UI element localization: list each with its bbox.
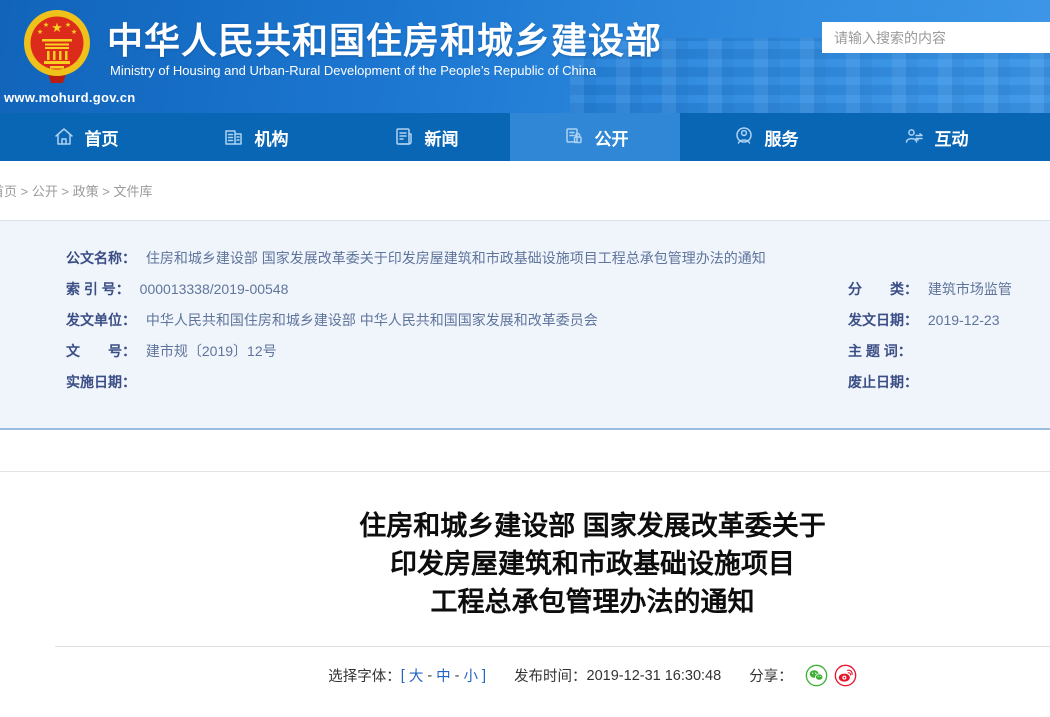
svg-text:★: ★ bbox=[51, 20, 63, 35]
svg-text:★: ★ bbox=[37, 28, 43, 36]
font-size-small-link[interactable]: 小 bbox=[464, 665, 479, 686]
breadcrumb[interactable]: 首页 > 公开 > 政策 > 文件库 bbox=[0, 181, 152, 200]
search-input[interactable] bbox=[822, 22, 1050, 53]
share-label: 分享： bbox=[749, 665, 793, 686]
organization-icon bbox=[222, 125, 246, 149]
weibo-share-button[interactable] bbox=[834, 664, 857, 687]
document-title-line: 印发房屋建筑和市政基础设施项目 bbox=[55, 545, 1050, 583]
publish-time-value: 2019-12-31 16:30:48 bbox=[587, 668, 722, 684]
meta-label: 发文单位： bbox=[66, 312, 136, 328]
nav-item-disclosure[interactable]: 公开 bbox=[510, 113, 680, 161]
font-size-separator: - bbox=[427, 668, 432, 684]
home-icon bbox=[52, 125, 76, 149]
nav-item-interaction[interactable]: 互动 bbox=[850, 113, 1020, 161]
document-title: 住房和城乡建设部 国家发展改革委关于 印发房屋建筑和市政基础设施项目 工程总承包… bbox=[55, 507, 1050, 621]
font-size-separator: - bbox=[455, 668, 460, 684]
meta-row-category: 分 类： 建筑市场监管 bbox=[848, 279, 1012, 299]
site-title-chinese: 中华人民共和国住房和城乡建设部 bbox=[107, 12, 662, 64]
nav-label: 服务 bbox=[765, 125, 799, 150]
nav-label: 公开 bbox=[595, 125, 629, 150]
meta-row-doc-name: 公文名称： 住房和城乡建设部 国家发展改革委关于印发房屋建筑和市政基础设施项目工… bbox=[66, 248, 766, 268]
font-size-bracket-close: ] bbox=[482, 668, 486, 684]
meta-row-issue-date: 发文日期： 2019-12-23 bbox=[848, 310, 1000, 330]
meta-row-implementation-date: 实施日期： bbox=[66, 372, 142, 392]
svg-text:★: ★ bbox=[43, 21, 49, 29]
publish-time-group: 发布时间： 2019-12-31 16:30:48 bbox=[514, 665, 721, 686]
nav-label: 新闻 bbox=[425, 125, 459, 150]
wechat-icon bbox=[805, 664, 828, 687]
meta-row-doc-number: 文 号： 建市规〔2019〕12号 bbox=[66, 341, 277, 361]
meta-value: 2019-12-23 bbox=[928, 312, 1000, 328]
meta-value: 建筑市场监管 bbox=[928, 281, 1012, 297]
publish-time-label: 发布时间： bbox=[514, 665, 587, 686]
meta-row-keywords: 主 题 词： bbox=[848, 341, 918, 361]
national-emblem-icon: ★ ★ ★ ★ ★ bbox=[16, 5, 98, 89]
document-title-line: 住房和城乡建设部 国家发展改革委关于 bbox=[55, 507, 1050, 545]
font-size-selector: 选择字体： [ 大 - 中 - 小 ] bbox=[328, 665, 486, 686]
document-title-line: 工程总承包管理办法的通知 bbox=[55, 583, 1050, 621]
meta-label: 发文日期： bbox=[848, 312, 918, 328]
font-size-label: 选择字体： bbox=[328, 665, 401, 686]
nav-label: 互动 bbox=[935, 125, 969, 150]
meta-label: 主 题 词： bbox=[848, 343, 912, 359]
nav-label: 机构 bbox=[255, 125, 289, 150]
meta-row-issuing-unit: 发文单位： 中华人民共和国住房和城乡建设部 中华人民共和国国家发展和改革委员会 bbox=[66, 310, 598, 330]
weibo-icon bbox=[834, 664, 857, 687]
font-size-bracket-open: [ bbox=[401, 668, 405, 684]
share-icons bbox=[799, 664, 857, 687]
main-nav: 首页 机构 新闻 公开 服务 bbox=[0, 113, 1050, 161]
font-size-medium-link[interactable]: 中 bbox=[436, 665, 451, 686]
meta-row-index-number: 索 引 号： 000013338/2019-00548 bbox=[66, 279, 288, 299]
article-meta-bar: 选择字体： [ 大 - 中 - 小 ] 发布时间： 2019-12-31 16:… bbox=[55, 664, 1050, 687]
meta-row-repeal-date: 废止日期： bbox=[848, 372, 924, 392]
interaction-icon bbox=[902, 125, 926, 149]
font-size-large-link[interactable]: 大 bbox=[409, 665, 424, 686]
national-emblem-logo[interactable]: ★ ★ ★ ★ ★ bbox=[16, 5, 98, 94]
document-meta-panel: 公文名称： 住房和城乡建设部 国家发展改革委关于印发房屋建筑和市政基础设施项目工… bbox=[0, 220, 1050, 430]
meta-label: 文 号： bbox=[66, 343, 136, 359]
nav-item-organization[interactable]: 机构 bbox=[170, 113, 340, 161]
nav-item-services[interactable]: 服务 bbox=[680, 113, 850, 161]
article-content: 住房和城乡建设部 国家发展改革委关于 印发房屋建筑和市政基础设施项目 工程总承包… bbox=[0, 471, 1050, 717]
disclosure-icon bbox=[562, 125, 586, 149]
svg-text:★: ★ bbox=[71, 28, 77, 36]
meta-value: 中华人民共和国住房和城乡建设部 中华人民共和国国家发展和改革委员会 bbox=[146, 312, 598, 328]
meta-label: 分 类： bbox=[848, 281, 918, 297]
title-divider bbox=[55, 646, 1050, 647]
site-url: www.mohurd.gov.cn bbox=[4, 90, 136, 105]
nav-label: 首页 bbox=[85, 125, 119, 150]
meta-label: 废止日期： bbox=[848, 374, 918, 390]
wechat-share-button[interactable] bbox=[805, 664, 828, 687]
meta-value: 000013338/2019-00548 bbox=[140, 281, 289, 297]
meta-label: 实施日期： bbox=[66, 374, 136, 390]
nav-item-home[interactable]: 首页 bbox=[0, 113, 170, 161]
meta-value: 建市规〔2019〕12号 bbox=[146, 343, 277, 359]
share-group: 分享： bbox=[749, 664, 857, 687]
page: ★ ★ ★ ★ ★ www.mohurd.gov.cn 中华人民共和国住房和城乡… bbox=[0, 0, 1050, 717]
site-title-english: Ministry of Housing and Urban-Rural Deve… bbox=[110, 63, 596, 78]
site-header: ★ ★ ★ ★ ★ www.mohurd.gov.cn 中华人民共和国住房和城乡… bbox=[0, 0, 1050, 113]
meta-label: 公文名称： bbox=[66, 250, 136, 266]
meta-label: 索 引 号： bbox=[66, 281, 130, 297]
service-icon bbox=[732, 125, 756, 149]
meta-value: 住房和城乡建设部 国家发展改革委关于印发房屋建筑和市政基础设施项目工程总承包管理… bbox=[146, 250, 766, 266]
nav-item-news[interactable]: 新闻 bbox=[340, 113, 510, 161]
news-icon bbox=[392, 125, 416, 149]
svg-text:★: ★ bbox=[65, 21, 71, 29]
